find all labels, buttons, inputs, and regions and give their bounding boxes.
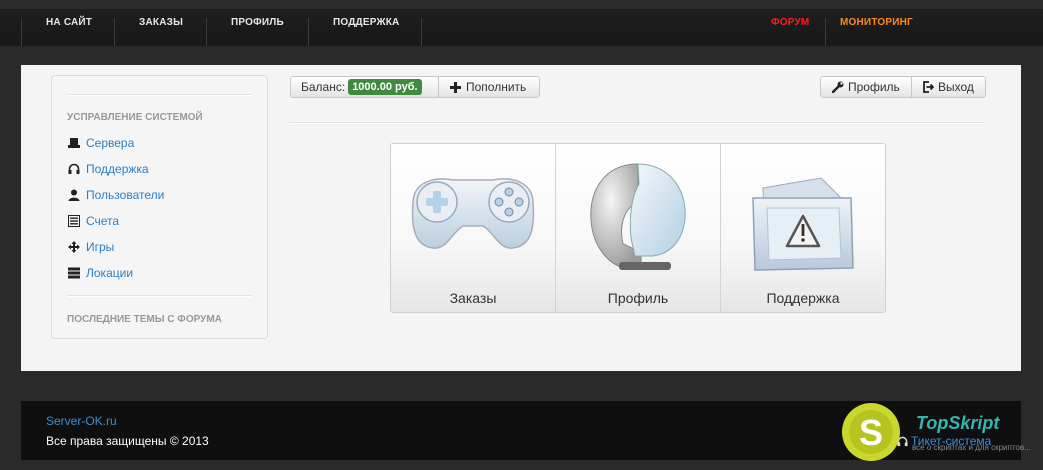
sidebar-item-label: Игры — [86, 240, 115, 254]
sidebar-item-locations[interactable]: Локации — [67, 265, 133, 281]
svg-text:S: S — [859, 412, 883, 453]
nav-item-site[interactable]: НА САЙТ — [46, 0, 92, 37]
top-navigation: НА САЙТ ЗАКАЗЫ ПРОФИЛЬ ПОДДЕРЖКА ФОРУМ М… — [0, 0, 1043, 46]
sidebar-item-label: Сервера — [86, 136, 135, 150]
nav-item-orders[interactable]: ЗАКАЗЫ — [139, 0, 183, 37]
nav-item-profile[interactable]: ПРОФИЛЬ — [231, 0, 284, 37]
wrench-icon — [832, 81, 844, 93]
sidebar-item-invoices[interactable]: Счета — [67, 213, 119, 229]
footer-copyright: Все права защищены © 2013 — [46, 434, 209, 448]
tile-profile[interactable]: Профиль — [556, 144, 721, 312]
sidebar-item-users[interactable]: Пользователи — [67, 187, 164, 203]
sidebar-section-title: УСПРАВЛЕНИЕ СИСТЕМОЙ — [67, 112, 203, 123]
nav-item-forum[interactable]: ФОРУМ — [771, 0, 809, 37]
plus-icon — [450, 81, 461, 93]
footer-site-link[interactable]: Server-OK.ru — [46, 414, 117, 428]
main-panel: УСПРАВЛЕНИЕ СИСТЕМОЙ Сервера Поддержка П… — [21, 65, 1021, 371]
warning-folder-icon — [752, 177, 854, 271]
sidebar-item-label: Пользователи — [86, 188, 165, 202]
balance-value: 1000.00 руб. — [348, 79, 422, 95]
sidebar-item-label: Локации — [86, 266, 134, 280]
nav-item-monitoring[interactable]: МОНИТОРИНГ — [840, 0, 913, 37]
move-icon — [67, 240, 81, 254]
balance-display: Баланс: 1000.00 руб. — [290, 76, 439, 98]
quick-links: Заказы Профиль Поддержка — [390, 143, 886, 313]
helmet-icon — [590, 163, 686, 270]
tile-label: Поддержка — [766, 290, 840, 306]
sidebar-item-servers[interactable]: Сервера — [67, 135, 134, 151]
sidebar: УСПРАВЛЕНИЕ СИСТЕМОЙ Сервера Поддержка П… — [51, 75, 268, 339]
server-icon — [67, 266, 81, 280]
headphones-icon — [67, 162, 81, 176]
sidebar-item-label: Поддержка — [86, 162, 149, 176]
watermark-tagline: все о скриптах и для скриптов... — [912, 443, 1031, 452]
logout-icon — [922, 81, 934, 93]
sidebar-item-support[interactable]: Поддержка — [67, 161, 149, 177]
sidebar-item-games[interactable]: Игры — [67, 239, 114, 255]
tile-label: Профиль — [607, 290, 669, 306]
topup-button[interactable]: Пополнить — [438, 76, 540, 98]
tile-label: Заказы — [449, 290, 497, 306]
gamepad-icon — [411, 178, 535, 249]
tile-orders[interactable]: Заказы — [391, 144, 556, 312]
toolbar-divider — [289, 122, 984, 124]
user-icon — [67, 188, 81, 202]
profile-button[interactable]: Профиль — [820, 76, 912, 98]
sidebar-item-label: Счета — [86, 214, 120, 228]
watermark-brand: TopSkript — [916, 413, 1000, 433]
hdd-icon — [67, 136, 81, 150]
nav-item-support[interactable]: ПОДДЕРЖКА — [333, 0, 399, 37]
tile-support[interactable]: Поддержка — [721, 144, 885, 312]
list-icon — [67, 214, 81, 228]
balance-label: Баланс: — [301, 80, 346, 94]
forum-topics-title: ПОСЛЕДНИЕ ТЕМЫ С ФОРУМА — [67, 314, 222, 325]
logout-button[interactable]: Выход — [911, 76, 986, 98]
